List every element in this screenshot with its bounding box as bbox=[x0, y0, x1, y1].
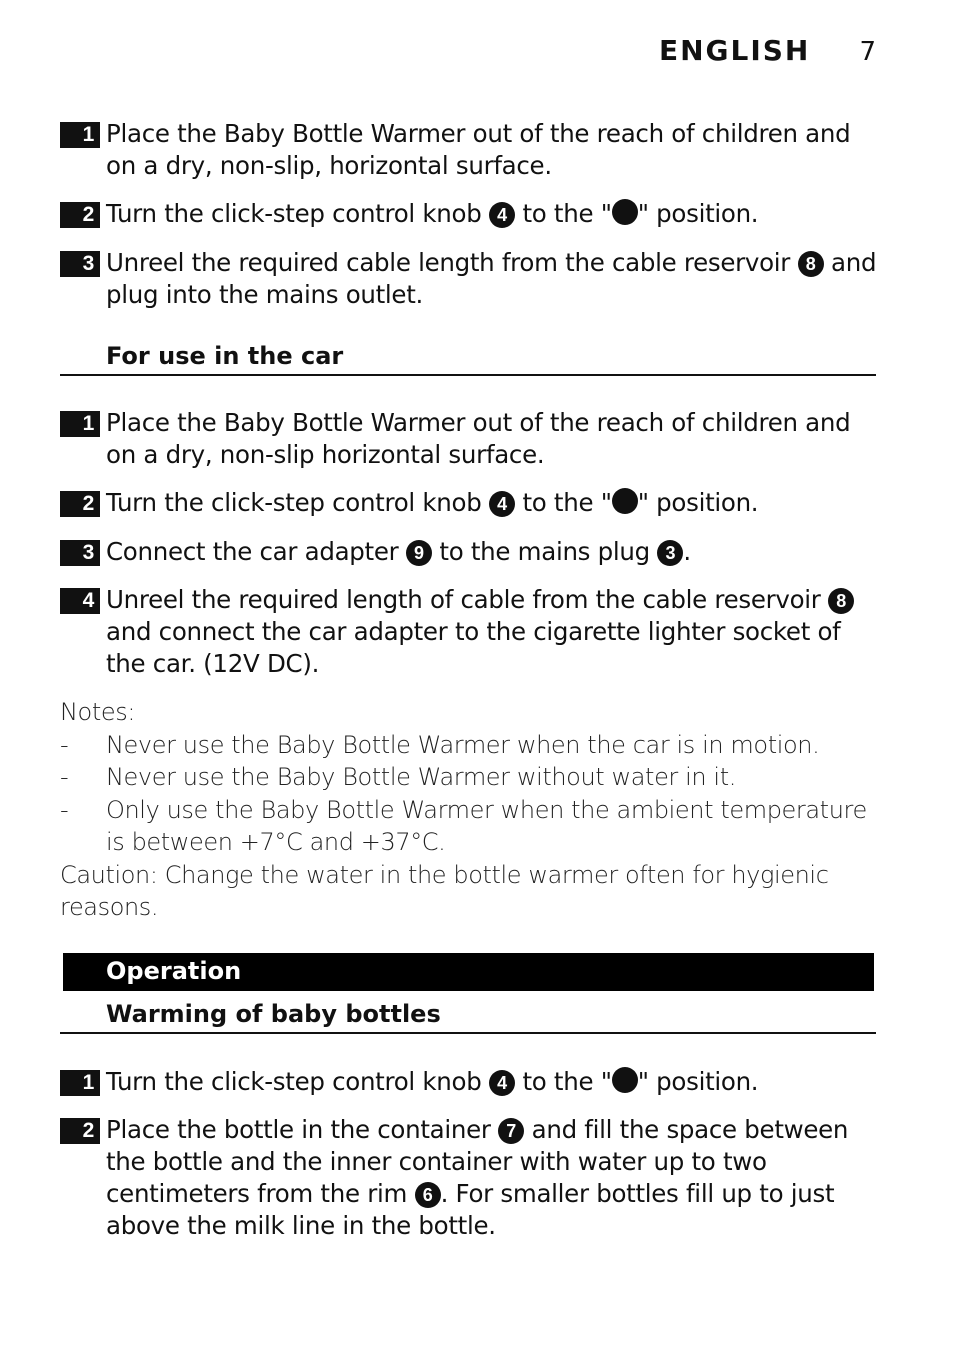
operation-step: 1 Turn the click-step control knob 4 to … bbox=[60, 1066, 880, 1098]
part-number-4-icon: 4 bbox=[488, 1070, 515, 1096]
step-text-segment: Place the bottle in the container bbox=[106, 1115, 499, 1144]
step-text: Turn the click-step control knob 4 to th… bbox=[106, 198, 880, 230]
step-text: Unreel the required cable length from th… bbox=[106, 247, 880, 311]
step-text-segment: to the " bbox=[514, 199, 612, 228]
part-number-8-icon: 8 bbox=[797, 251, 824, 277]
part-number-6-icon: 6 bbox=[414, 1182, 441, 1208]
step-number-badge: 2 bbox=[60, 202, 100, 228]
step-text-segment: to the mains plug bbox=[431, 537, 658, 566]
step-text: Place the Baby Bottle Warmer out of the … bbox=[106, 407, 880, 471]
part-number-4-icon: 4 bbox=[488, 491, 515, 517]
operation-step: 2 Place the bottle in the container 7 an… bbox=[60, 1114, 880, 1242]
step-number-badge: 1 bbox=[60, 411, 100, 437]
step-number-badge: 2 bbox=[60, 1118, 100, 1144]
warming-subheading: Warming of baby bottles bbox=[60, 1000, 876, 1034]
step-text-segment: Connect the car adapter bbox=[106, 537, 406, 566]
language-label: ENGLISH bbox=[658, 34, 811, 67]
part-number-4-icon: 4 bbox=[488, 202, 515, 228]
step-text-segment: Turn the click-step control knob bbox=[106, 488, 489, 517]
step-text: Place the bottle in the container 7 and … bbox=[106, 1114, 880, 1242]
car-step: 3 Connect the car adapter 9 to the mains… bbox=[60, 536, 880, 568]
step-text-segment: Place the Baby Bottle Warmer out of the … bbox=[106, 408, 851, 469]
note-item: - Never use the Baby Bottle Warmer when … bbox=[60, 729, 880, 762]
part-number-3-icon: 3 bbox=[657, 540, 684, 566]
note-text: Only use the Baby Bottle Warmer when the… bbox=[106, 795, 867, 857]
car-section-heading: For use in the car bbox=[60, 342, 876, 376]
part-number-9-icon: 9 bbox=[405, 540, 432, 566]
bullet-dash: - bbox=[60, 763, 69, 791]
step-text-segment: Turn the click-step control knob bbox=[106, 199, 489, 228]
bullet-dash: - bbox=[60, 730, 69, 759]
part-number-7-icon: 7 bbox=[498, 1118, 525, 1144]
step-text: Connect the car adapter 9 to the mains p… bbox=[106, 536, 880, 568]
step-number-badge: 2 bbox=[60, 491, 100, 517]
page-header: ENGLISH 7 bbox=[0, 34, 876, 67]
note-item: - Never use the Baby Bottle Warmer witho… bbox=[60, 761, 880, 794]
section-band-operation: Operation bbox=[63, 953, 874, 991]
notes-block: Notes: - Never use the Baby Bottle Warme… bbox=[60, 696, 880, 924]
car-step: 4 Unreel the required length of cable fr… bbox=[60, 584, 880, 680]
step-number-badge: 1 bbox=[60, 122, 100, 148]
step-text-segment: Unreel the required length of cable from… bbox=[106, 585, 829, 614]
setup-step: 1 Place the Baby Bottle Warmer out of th… bbox=[60, 118, 880, 182]
position-dot-icon bbox=[611, 1067, 638, 1093]
part-number-8-icon: 8 bbox=[828, 588, 855, 614]
car-step: 2 Turn the click-step control knob 4 to … bbox=[60, 487, 880, 519]
note-text: Never use the Baby Bottle Warmer without… bbox=[106, 763, 736, 791]
setup-step: 2 Turn the click-step control knob 4 to … bbox=[60, 198, 880, 230]
step-text-segment: " position. bbox=[637, 1067, 759, 1096]
step-text: Turn the click-step control knob 4 to th… bbox=[106, 1066, 880, 1098]
position-dot-icon bbox=[611, 199, 638, 225]
setup-step: 3 Unreel the required cable length from … bbox=[60, 247, 880, 311]
step-text: Unreel the required length of cable from… bbox=[106, 584, 880, 680]
step-text-segment: . bbox=[683, 537, 691, 566]
step-text-segment: and connect the car adapter to the cigar… bbox=[106, 617, 841, 678]
step-text-segment: Turn the click-step control knob bbox=[106, 1067, 489, 1096]
bullet-dash: - bbox=[60, 795, 69, 824]
step-text: Turn the click-step control knob 4 to th… bbox=[106, 487, 880, 519]
page-number: 7 bbox=[859, 37, 876, 67]
step-number-badge: 3 bbox=[60, 540, 100, 566]
step-text: Place the Baby Bottle Warmer out of the … bbox=[106, 118, 880, 182]
step-text-segment: to the " bbox=[514, 1067, 612, 1096]
step-text-segment: Place the Baby Bottle Warmer out of the … bbox=[106, 119, 851, 180]
warming-subheading-title: Warming of baby bottles bbox=[106, 1000, 441, 1028]
step-text-segment: to the " bbox=[514, 488, 612, 517]
car-section-title: For use in the car bbox=[106, 342, 344, 370]
step-number-badge: 4 bbox=[60, 588, 100, 614]
step-text-segment: " position. bbox=[637, 199, 759, 228]
note-text: Never use the Baby Bottle Warmer when th… bbox=[106, 730, 820, 759]
notes-label: Notes: bbox=[60, 698, 136, 726]
step-text-segment: Unreel the required cable length from th… bbox=[106, 248, 798, 277]
caution-text: Caution: Change the water in the bottle … bbox=[60, 860, 829, 922]
section-band-title: Operation bbox=[106, 957, 242, 985]
step-number-badge: 1 bbox=[60, 1070, 100, 1096]
step-number-badge: 3 bbox=[60, 251, 100, 277]
position-dot-icon bbox=[611, 488, 638, 514]
note-item: - Only use the Baby Bottle Warmer when t… bbox=[60, 794, 880, 859]
step-text-segment: " position. bbox=[637, 488, 759, 517]
car-step: 1 Place the Baby Bottle Warmer out of th… bbox=[60, 407, 880, 471]
